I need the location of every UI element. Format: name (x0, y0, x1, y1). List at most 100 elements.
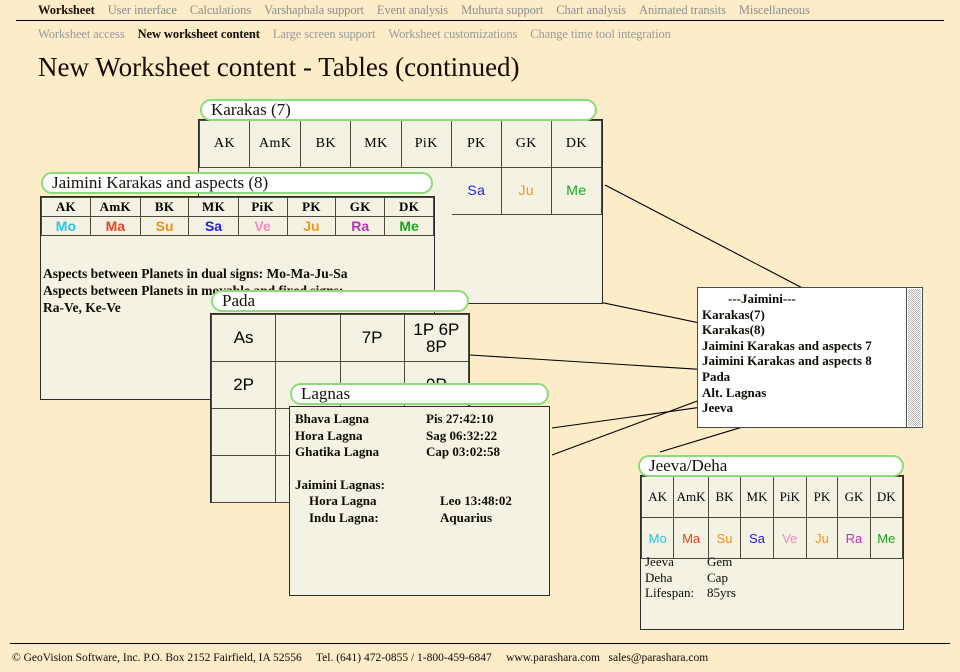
subnav-item-large-screen-support[interactable]: Large screen support (273, 27, 376, 42)
jeeva-info-value: 85yrs (707, 585, 736, 600)
lagna-label: Hora Lagna (295, 427, 363, 443)
lagna-row: Indu Lagna: Aquarius (295, 510, 512, 527)
pada-cell: 1P 6P 8P (403, 314, 470, 362)
planet-cell: Ra (837, 517, 871, 559)
secondary-navigation: Worksheet access New worksheet content Lar… (0, 25, 960, 43)
column-header: DK (869, 476, 904, 518)
column-header: DK (550, 120, 603, 168)
planet-cell: Ra (335, 216, 386, 236)
jeeva-info-label: Jeeva (645, 554, 674, 569)
planet-cell: Sa (740, 517, 774, 559)
column-header: GK (335, 197, 386, 217)
jeeva-deha-window-title: Jeeva/Deha (638, 455, 904, 477)
planet-cell: Ve (237, 216, 288, 236)
planet-cell: Sa (450, 167, 502, 215)
column-header: AmK (89, 197, 141, 217)
planet-cell: Ju (500, 167, 552, 215)
list-item[interactable]: Jaimini Karakas and aspects 8 (702, 353, 872, 369)
column-header: PK (450, 120, 502, 168)
planet-cell: Mo (640, 517, 675, 559)
jeeva-info-value: Gem (707, 554, 733, 569)
nav-divider-rule (16, 20, 944, 21)
jaimini-lagnas-section-title: Jaimini Lagnas: (295, 476, 385, 492)
empty-cell (210, 408, 277, 456)
jaimini-karakas-8-window-title: Jaimini Karakas and aspects (8) (41, 172, 433, 194)
lagna-label: Bhava Lagna (295, 411, 370, 426)
planet-cell: Me (869, 517, 904, 559)
table-row: Mo Ma Su Sa Ve Ju Ra Me (640, 517, 904, 559)
jeeva-info-value: Cap (707, 569, 728, 585)
column-header: AK (640, 476, 675, 518)
planet-cell: Su (707, 517, 742, 559)
empty-cell (210, 455, 277, 503)
jaimini-listbox-items: ---Jaimini--- Karakas(7) Karakas(8) Jaimini… (702, 291, 872, 416)
column-header: PiK (400, 120, 452, 168)
jaimini-listbox-scrollbar[interactable] (906, 288, 922, 427)
jeeva-deha-table: AK AmK BK MK PiK PK GK DK Mo Ma Su Sa Ve Ju Ra Me (640, 476, 904, 559)
column-header: MK (188, 197, 239, 217)
pada-window-title: Pada (211, 290, 469, 312)
nav-item-chart-analysis[interactable]: Chart analysis (556, 3, 626, 18)
jaimini-karakas-8-table: AK AmK BK MK PiK PK GK DK Mo Ma Su Sa Ve Ju Ra Me (41, 197, 434, 269)
jeeva-info-row: Jeeva Gem (645, 554, 736, 570)
table-row: AK AmK BK MK PiK PK GK DK (41, 197, 434, 217)
nav-item-animated-transits[interactable]: Animated transits (639, 3, 726, 18)
list-item[interactable]: Karakas(7) (702, 307, 872, 323)
planet-cell: Ma (89, 216, 141, 236)
column-header: BK (139, 197, 190, 217)
nav-item-muhurta-support[interactable]: Muhurta support (461, 3, 543, 18)
lagna-value: Cap 03:02:58 (426, 444, 501, 459)
column-header: PiK (772, 476, 807, 518)
planet-label: Sa (467, 182, 486, 198)
list-item[interactable]: Pada (702, 369, 872, 385)
pada-cell: 2P (210, 361, 277, 409)
table-row: AK AmK BK MK PiK PK GK DK (640, 476, 904, 518)
planet-cell: Ju (805, 517, 839, 559)
planet-cell: Mo (41, 216, 91, 236)
jeeva-deha-window: AK AmK BK MK PiK PK GK DK Mo Ma Su Sa Ve Ju Ra Me Jeeva… (640, 475, 904, 630)
lagna-value: Leo 13:48:02 (440, 493, 512, 508)
column-header: DK (384, 197, 434, 217)
subnav-item-change-time-tool-integration[interactable]: Change time tool integration (530, 27, 671, 42)
column-header: AmK (673, 476, 709, 518)
list-item[interactable]: Jeeva (702, 400, 872, 416)
lagnas-window-title: Lagnas (290, 383, 549, 405)
list-item[interactable]: Jaimini Karakas and aspects 7 (702, 338, 872, 354)
pada-cell: As (210, 314, 277, 362)
nav-item-miscellaneous[interactable]: Miscellaneous (739, 3, 810, 18)
nav-item-varshaphala-support[interactable]: Varshaphala support (264, 3, 364, 18)
subnav-item-new-worksheet-content[interactable]: New worksheet content (138, 27, 260, 42)
nav-item-event-analysis[interactable]: Event analysis (377, 3, 448, 18)
planet-cell: Me (550, 167, 603, 215)
subnav-item-worksheet-customizations[interactable]: Worksheet customizations (388, 27, 517, 42)
nav-item-user-interface[interactable]: User interface (108, 3, 177, 18)
aspects-note-line-1: Aspects between Planets in dual signs: M… (43, 266, 348, 281)
subnav-item-worksheet-access[interactable]: Worksheet access (38, 27, 125, 42)
jeeva-info-label: Lifespan: (645, 585, 695, 600)
list-item[interactable]: Karakas(8) (702, 322, 872, 338)
planet-cell: Ma (673, 517, 709, 559)
table-row: Mo Ma Su Sa Ve Ju Ra Me (41, 216, 434, 236)
empty-cell (275, 314, 341, 362)
table-row (41, 235, 434, 269)
column-header: AmK (249, 120, 302, 168)
lagnas-content: Bhava Lagna Pis 27:42:10 Hora Lagna Sag 06:… (295, 411, 512, 526)
column-header: PK (805, 476, 839, 518)
column-header: AK (198, 120, 251, 168)
karakas7-window-title: Karakas (7) (200, 99, 597, 121)
scrollbar-thumb[interactable] (908, 289, 921, 426)
nav-item-worksheet[interactable]: Worksheet (38, 3, 95, 18)
column-header: AK (41, 197, 91, 217)
nav-item-calculations[interactable]: Calculations (190, 3, 251, 18)
lagna-value: Sag 06:32:22 (426, 427, 498, 443)
footer-divider-rule (10, 643, 950, 644)
column-header: BK (300, 120, 352, 168)
column-header: PK (286, 197, 337, 217)
list-item[interactable]: Alt. Lagnas (702, 385, 872, 401)
jaimini-listbox[interactable]: ---Jaimini--- Karakas(7) Karakas(8) Jaimini… (697, 287, 923, 428)
column-header: GK (837, 476, 871, 518)
column-header: MK (350, 120, 402, 168)
lagna-row: Hora Lagna Leo 13:48:02 (295, 493, 512, 510)
jeeva-info-row: Deha Cap (645, 570, 736, 586)
